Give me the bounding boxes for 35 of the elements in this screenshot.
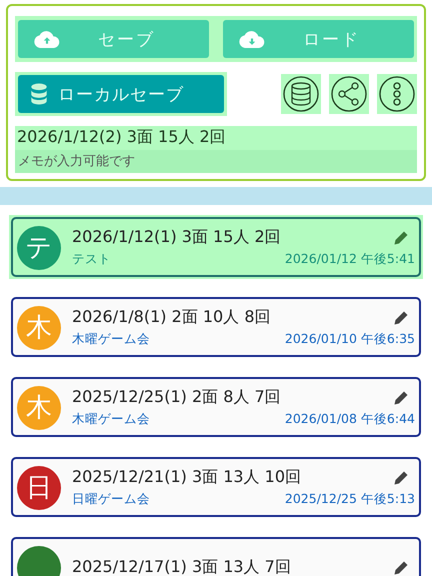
record-title: 2025/12/25(1) 2面 8人 7回	[72, 387, 281, 408]
record-title: 2026/1/8(1) 2面 10人 8回	[72, 307, 270, 328]
pencil-icon[interactable]	[393, 390, 409, 406]
avatar: 木	[17, 386, 61, 430]
record-title: 2026/1/12(1) 3面 15人 2回	[72, 227, 281, 248]
record-date: 2026/01/12 午後5:41	[284, 251, 415, 268]
cloud-download-icon	[239, 30, 265, 48]
record-card[interactable]: 木 2025/12/25(1) 2面 8人 7回 木曜ゲーム会 2026/01/08 午後6:44	[11, 377, 421, 437]
pencil-icon[interactable]	[393, 560, 409, 576]
database-button[interactable]	[281, 74, 321, 114]
record-card[interactable]: 木 2026/1/8(1) 2面 10人 8回 木曜ゲーム会 2026/01/10 午後6:35	[11, 297, 421, 357]
record-card[interactable]: 日 2025/12/21(1) 3面 13人 10回 日曜ゲーム会 2025/12/25 午後5:13	[11, 457, 421, 517]
avatar: 木	[17, 306, 61, 350]
record-date: 2026/01/10 午後6:35	[284, 331, 415, 348]
database-icon	[30, 83, 48, 105]
group-name: テスト	[72, 251, 111, 268]
record-date: 2026/01/08 午後6:44	[284, 411, 415, 428]
pencil-icon[interactable]	[393, 310, 409, 326]
record-date: 2025/12/25 午後5:13	[284, 491, 415, 508]
cloud-upload-icon	[34, 30, 60, 48]
more-button[interactable]	[377, 74, 417, 114]
record-card[interactable]: テ 2026/1/12(1) 3面 15人 2回 テスト 2026/01/12 午後5:41	[11, 217, 421, 277]
current-title: 2026/1/12(2) 3面 15人 2回	[16, 126, 227, 148]
pencil-icon[interactable]	[393, 230, 409, 246]
avatar: テ	[17, 226, 61, 270]
memo-field[interactable]: メモが入力可能です	[15, 150, 417, 173]
share-button[interactable]	[329, 74, 369, 114]
record-card[interactable]: 2025/12/17(1) 3面 13人 7回	[11, 537, 421, 576]
record-title: 2025/12/17(1) 3面 13人 7回	[72, 557, 291, 576]
pencil-icon[interactable]	[393, 470, 409, 486]
avatar: 日	[17, 466, 61, 510]
record-title: 2025/12/21(1) 3面 13人 10回	[72, 467, 302, 488]
group-name: 日曜ゲーム会	[72, 491, 150, 508]
group-name: 木曜ゲーム会	[72, 411, 150, 428]
group-name: 木曜ゲーム会	[72, 331, 150, 348]
